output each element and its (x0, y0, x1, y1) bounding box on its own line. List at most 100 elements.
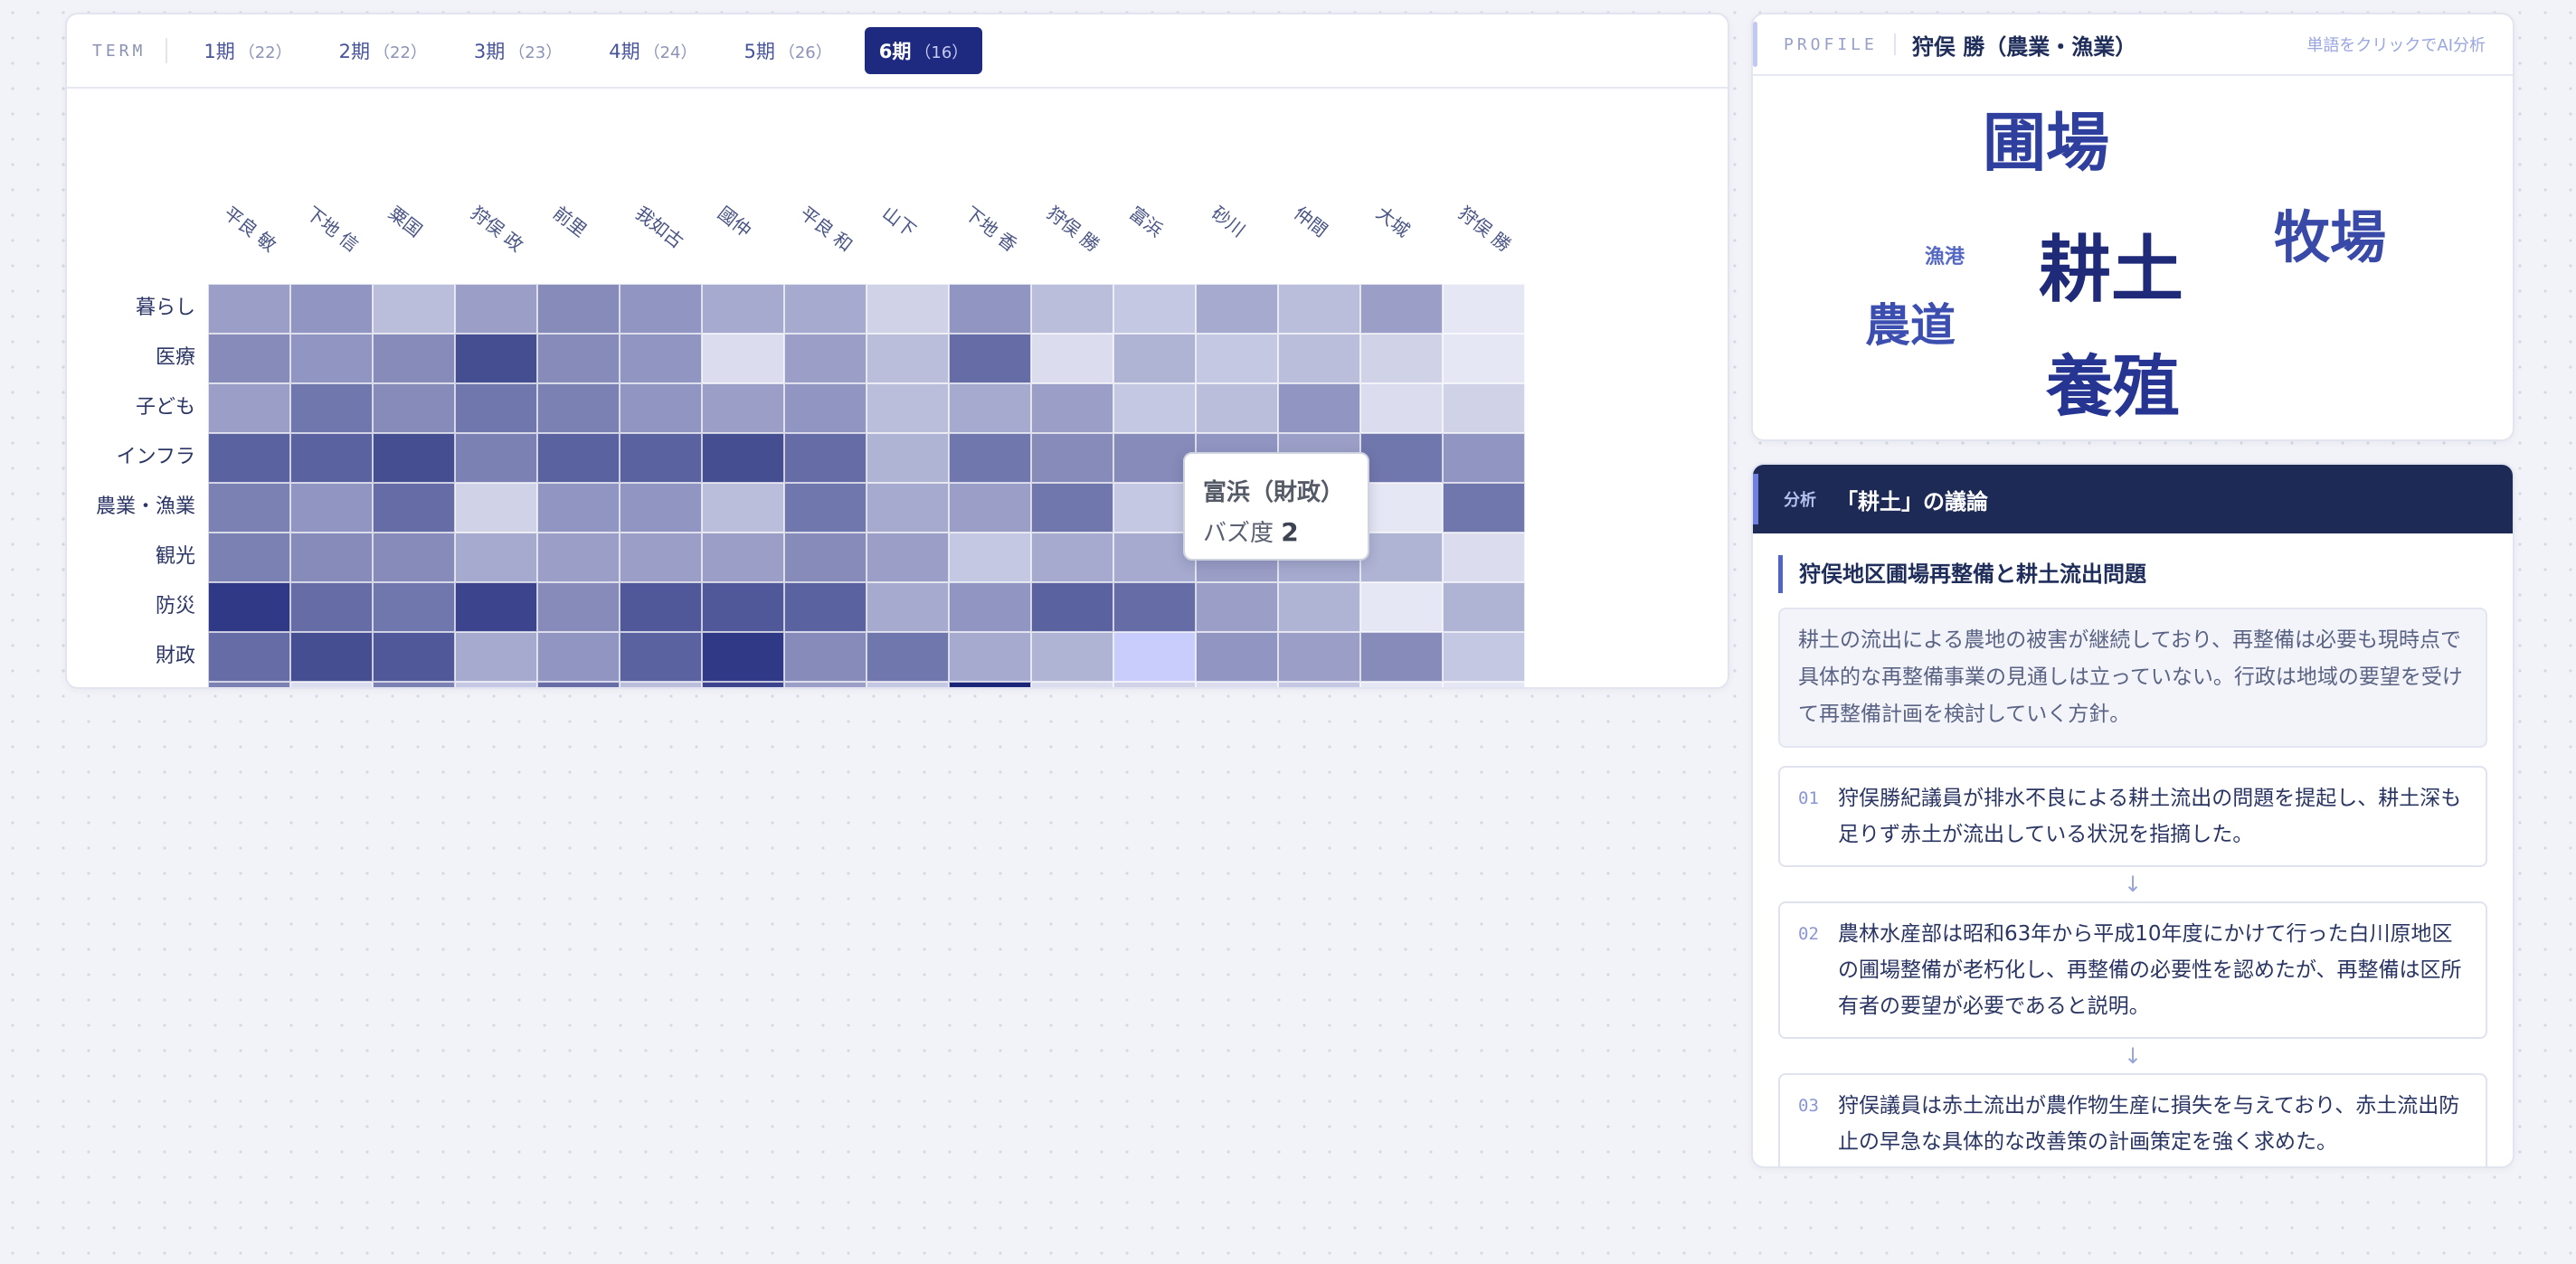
heatmap-cell[interactable] (867, 284, 949, 334)
heatmap-cell[interactable] (784, 682, 867, 687)
tab-term-5[interactable]: 5期 （26） (729, 27, 846, 74)
heatmap-cell[interactable] (784, 383, 867, 433)
heatmap-cell[interactable] (1031, 582, 1113, 632)
heatmap-cell[interactable] (1113, 632, 1196, 682)
heatmap-cell[interactable] (949, 682, 1031, 687)
heatmap-cell[interactable] (1196, 383, 1278, 433)
heatmap-cell[interactable] (949, 632, 1031, 682)
heatmap-cell[interactable] (784, 334, 867, 383)
heatmap-cell[interactable] (1443, 383, 1525, 433)
heatmap-cell[interactable] (867, 483, 949, 533)
heatmap-cell[interactable] (949, 483, 1031, 533)
heatmap-cell[interactable] (373, 284, 455, 334)
heatmap-cell[interactable] (1278, 334, 1360, 383)
heatmap-cell[interactable] (455, 682, 537, 687)
heatmap-cell[interactable] (290, 632, 373, 682)
heatmap-cell[interactable] (537, 284, 620, 334)
heatmap-cell[interactable] (1443, 632, 1525, 682)
heatmap-cell[interactable] (784, 582, 867, 632)
heatmap-cell[interactable] (702, 582, 784, 632)
heatmap-cell[interactable] (1360, 483, 1443, 533)
heatmap-cell[interactable] (620, 284, 702, 334)
heatmap-cell[interactable] (1443, 433, 1525, 483)
heatmap-cell[interactable] (208, 682, 290, 687)
heatmap-cell[interactable] (208, 284, 290, 334)
heatmap-cell[interactable] (620, 334, 702, 383)
heatmap-cell[interactable] (620, 682, 702, 687)
heatmap-cell[interactable] (1360, 433, 1443, 483)
heatmap-cell[interactable] (867, 632, 949, 682)
heatmap-cell[interactable] (1196, 334, 1278, 383)
heatmap-cell[interactable] (537, 533, 620, 582)
heatmap-cell[interactable] (1113, 284, 1196, 334)
heatmap-cell[interactable] (537, 682, 620, 687)
heatmap-cell[interactable] (208, 383, 290, 433)
heatmap-cell[interactable] (208, 483, 290, 533)
tab-term-6[interactable]: 6期 （16） (864, 27, 983, 74)
heatmap-cell[interactable] (1360, 682, 1443, 687)
heatmap-cell[interactable] (784, 284, 867, 334)
heatmap-cell[interactable] (455, 533, 537, 582)
heatmap-cell[interactable] (867, 533, 949, 582)
heatmap-cell[interactable] (702, 383, 784, 433)
heatmap-cell[interactable] (290, 334, 373, 383)
heatmap-cell[interactable] (290, 433, 373, 483)
word-cloud-word[interactable]: 牧場 (2274, 192, 2386, 273)
heatmap-cell[interactable] (949, 334, 1031, 383)
heatmap-cell[interactable] (455, 632, 537, 682)
heatmap-cell[interactable] (537, 433, 620, 483)
heatmap-cell[interactable] (702, 284, 784, 334)
heatmap-cell[interactable] (1031, 533, 1113, 582)
heatmap-cell[interactable] (373, 533, 455, 582)
heatmap-cell[interactable] (1360, 632, 1443, 682)
heatmap-cell[interactable] (1196, 632, 1278, 682)
heatmap-cell[interactable] (455, 284, 537, 334)
heatmap-cell[interactable] (455, 483, 537, 533)
heatmap-cell[interactable] (537, 483, 620, 533)
heatmap-cell[interactable] (1031, 383, 1113, 433)
tab-term-2[interactable]: 2期 （22） (325, 27, 441, 74)
heatmap-cell[interactable] (373, 682, 455, 687)
heatmap-cell[interactable] (620, 632, 702, 682)
heatmap-cell[interactable] (208, 533, 290, 582)
heatmap-cell[interactable] (702, 682, 784, 687)
heatmap-cell[interactable] (1278, 383, 1360, 433)
heatmap-cell[interactable] (290, 284, 373, 334)
heatmap-cell[interactable] (702, 483, 784, 533)
word-cloud-word[interactable]: 農道 (1865, 289, 1956, 354)
heatmap-cell[interactable] (1031, 632, 1113, 682)
heatmap-cell[interactable] (1360, 582, 1443, 632)
heatmap-cell[interactable] (949, 284, 1031, 334)
heatmap-cell[interactable] (373, 632, 455, 682)
heatmap-cell[interactable] (784, 533, 867, 582)
heatmap-cell[interactable] (208, 334, 290, 383)
heatmap-cell[interactable] (1113, 383, 1196, 433)
tab-term-4[interactable]: 4期 （24） (594, 27, 711, 74)
heatmap-cell[interactable] (1360, 284, 1443, 334)
heatmap-cell[interactable] (373, 582, 455, 632)
heatmap-cell[interactable] (455, 334, 537, 383)
heatmap-cell[interactable] (867, 682, 949, 687)
heatmap-cell[interactable] (455, 433, 537, 483)
heatmap-cell[interactable] (208, 632, 290, 682)
heatmap-cell[interactable] (455, 582, 537, 632)
heatmap-cell[interactable] (1278, 284, 1360, 334)
heatmap-cell[interactable] (373, 433, 455, 483)
heatmap-cell[interactable] (620, 483, 702, 533)
heatmap-cell[interactable] (949, 433, 1031, 483)
heatmap-cell[interactable] (1031, 433, 1113, 483)
heatmap-cell[interactable] (290, 533, 373, 582)
heatmap-cell[interactable] (620, 582, 702, 632)
heatmap-cell[interactable] (1031, 682, 1113, 687)
heatmap-cell[interactable] (620, 433, 702, 483)
heatmap-cell[interactable] (1360, 533, 1443, 582)
heatmap-cell[interactable] (1443, 682, 1525, 687)
heatmap-cell[interactable] (702, 433, 784, 483)
heatmap-cell[interactable] (1196, 284, 1278, 334)
heatmap-cell[interactable] (537, 383, 620, 433)
heatmap-cell[interactable] (1360, 383, 1443, 433)
heatmap-cell[interactable] (1031, 284, 1113, 334)
heatmap-cell[interactable] (1443, 284, 1525, 334)
heatmap-cell[interactable] (1113, 334, 1196, 383)
heatmap-cell[interactable] (290, 483, 373, 533)
